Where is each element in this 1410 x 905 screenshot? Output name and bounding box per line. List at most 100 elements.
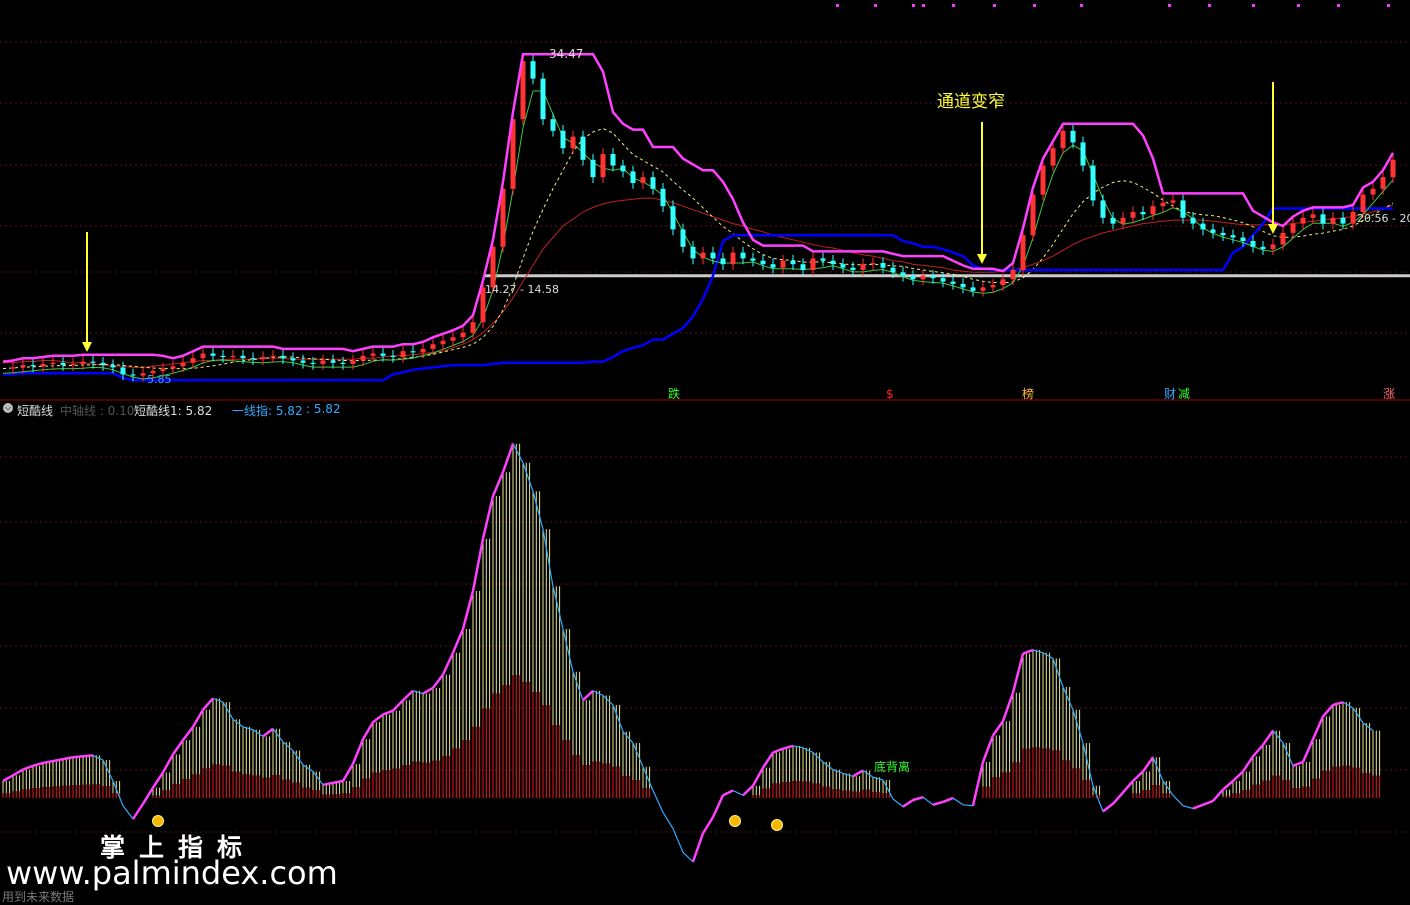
signal-arrows — [82, 82, 1278, 352]
candle-body — [880, 263, 886, 268]
candle-body — [530, 61, 536, 79]
candle-body — [1260, 246, 1266, 250]
signal-arrow-head — [977, 254, 987, 264]
oscillator-rising-segment — [971, 761, 985, 806]
future-data-note: 用到未来数据 — [2, 890, 75, 904]
candle-body — [1190, 217, 1196, 224]
candle-body — [1010, 270, 1016, 280]
candle-body — [1210, 229, 1216, 233]
oscillator-rising-segment — [361, 721, 375, 740]
candle-body — [490, 246, 496, 288]
oscillator-rising-segment — [722, 789, 734, 797]
indicator-name[interactable]: 短酷线 — [17, 402, 53, 419]
candle-body — [770, 264, 776, 268]
oscillator-rising-segment — [1232, 770, 1244, 782]
oscillator-rising-segment — [1322, 704, 1334, 718]
top-dot — [1297, 4, 1300, 7]
legend-mid-axis: 中轴线 : 0.10 — [60, 404, 135, 418]
candle-body — [20, 365, 26, 368]
candle-body — [1320, 214, 1326, 224]
candle-body — [260, 357, 266, 360]
oscillator-rising-segment — [852, 769, 864, 778]
candle-body — [40, 363, 46, 367]
oscillator-rising-segment — [772, 747, 784, 754]
candle-body — [110, 365, 116, 368]
oscillator-rising-segment — [582, 689, 594, 702]
oscillator-rising-segment — [382, 709, 394, 716]
candle-body — [1360, 194, 1366, 212]
oscillator-rising-segment — [1311, 715, 1325, 740]
candle-body — [1070, 130, 1076, 143]
candle-body — [1280, 232, 1286, 245]
candle-body — [120, 367, 126, 375]
oscillator-rising-segment — [422, 686, 434, 695]
candle-body — [1110, 217, 1116, 224]
candle-body — [440, 340, 446, 345]
candle-body — [1080, 142, 1086, 166]
peak-price-label: 34.47 — [549, 47, 583, 61]
signal-arrow-head — [82, 342, 92, 352]
signal-marker-5: 涨 — [1383, 386, 1395, 401]
oscillator-rising-segment — [62, 756, 74, 761]
candle-body — [970, 287, 976, 291]
candle-body — [1050, 148, 1056, 166]
oscillator-rising-segment — [902, 798, 914, 808]
candle-body — [310, 362, 316, 364]
candle-body — [660, 188, 666, 207]
candle-body — [730, 252, 736, 265]
legend-line-1: 短酷线1: 5.82 — [134, 404, 213, 418]
candle-body — [430, 344, 436, 349]
oscillator-rising-segment — [182, 726, 194, 741]
candle-body — [930, 275, 936, 279]
candle-body — [870, 263, 876, 265]
candle-body — [690, 246, 696, 259]
oscillator-rising-segment — [761, 751, 775, 769]
support-range-label: 14.27 - 14.58 — [485, 283, 559, 296]
oscillator-rising-segment — [131, 803, 145, 820]
oscillator-rising-segment — [1192, 803, 1204, 810]
candle-body — [820, 258, 826, 261]
candle-body — [780, 260, 786, 268]
candle-body — [370, 353, 376, 356]
oscillator-rising-segment — [1022, 648, 1034, 655]
legend-line-2: 一线指: 5.82 — [232, 404, 303, 418]
candle-body — [250, 358, 256, 360]
oscillator-rising-segment — [432, 673, 444, 689]
candle-body — [810, 258, 816, 270]
candle-body — [470, 322, 476, 333]
candle-body — [1240, 237, 1246, 241]
candle-body — [1000, 279, 1006, 286]
candlesticks — [10, 55, 1396, 382]
candle-body — [1380, 177, 1386, 189]
price-grid — [0, 41, 1410, 334]
candle-body — [1390, 159, 1396, 178]
candle-body — [710, 252, 716, 259]
candle-body — [1090, 165, 1096, 201]
candle-body — [1230, 235, 1236, 238]
oscillator-rising-segment — [441, 652, 455, 676]
top-dot — [1080, 4, 1083, 7]
candle-body — [980, 287, 986, 291]
candle-body — [400, 351, 406, 357]
top-dot — [952, 4, 955, 7]
candle-body — [270, 355, 276, 357]
signal-marker-2: 榜 — [1022, 386, 1034, 401]
candle-body — [1350, 212, 1356, 224]
candle-body — [800, 264, 806, 270]
oscillator-rising-segment — [22, 764, 34, 771]
indicator-collapse-icon[interactable]: ⌵ — [3, 403, 13, 413]
candle-body — [940, 278, 946, 282]
signal-arrow-head — [1268, 224, 1278, 234]
oscillator-rising-segment — [742, 784, 754, 797]
top-dot — [922, 4, 925, 7]
candle-body — [830, 260, 836, 265]
oscillator-rising-segment — [1222, 780, 1234, 791]
candle-body — [700, 252, 706, 259]
candle-body — [1340, 217, 1346, 224]
top-dots — [836, 4, 1390, 7]
candle-body — [630, 171, 636, 183]
candle-body — [420, 348, 426, 353]
oscillator-rising-segment — [471, 538, 485, 592]
oscillator-rising-segment — [1001, 692, 1015, 722]
candle-body — [910, 275, 916, 280]
